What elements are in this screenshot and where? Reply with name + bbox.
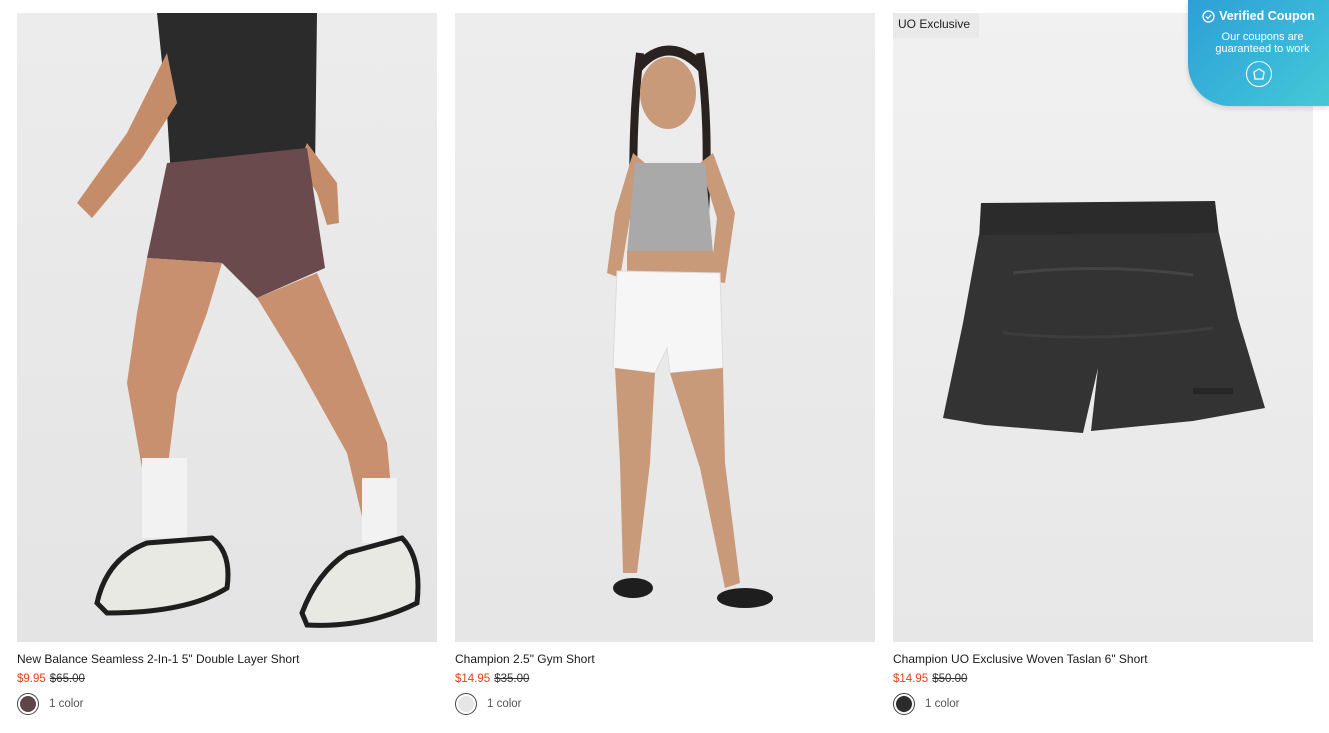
coupon-subtitle-line2: guaranteed to work [1215,43,1310,55]
exclusive-badge: UO Exclusive [893,13,980,38]
sale-price: $14.95 [455,673,491,685]
color-options: 1 color [455,692,875,716]
verified-coupon-widget[interactable]: Verified Coupon Our coupons are guarante… [1188,0,1329,106]
product-card[interactable]: Champion 2.5" Gym Short $14.95 $35.00 1 c… [455,13,875,716]
product-image[interactable] [455,13,875,642]
color-swatch[interactable] [455,693,477,715]
product-photo-champion-gym-short [607,45,773,608]
product-card[interactable]: New Balance Seamless 2-In-1 5" Double La… [17,13,437,716]
color-options: 1 color [893,692,1313,716]
product-image[interactable]: UO Exclusive [893,13,1313,642]
product-photo-champion-woven-short [943,201,1265,433]
price-row: $9.95 $65.00 [17,672,437,686]
price-row: $14.95 $50.00 [893,672,1313,686]
coupon-title: Verified Coupon [1219,9,1315,23]
color-swatch[interactable] [893,693,915,715]
sale-price: $9.95 [17,673,46,685]
original-price: $35.00 [494,673,530,685]
coupon-subtitle-line1: Our coupons are [1221,31,1304,43]
sale-price: $14.95 [893,673,929,685]
color-options: 1 color [17,692,437,716]
product-photo-new-balance-short [77,13,421,628]
product-card[interactable]: UO Exclusive Champion UO Exclusive Woven… [893,13,1313,716]
original-price: $50.00 [932,673,968,685]
color-count: 1 color [925,698,960,710]
coupon-title-row: Verified Coupon [1188,9,1329,23]
product-name[interactable]: Champion 2.5" Gym Short [455,652,875,667]
price-row: $14.95 $35.00 [455,672,875,686]
shield-logo-icon[interactable] [1245,61,1272,87]
product-name[interactable]: Champion UO Exclusive Woven Taslan 6" Sh… [893,652,1313,667]
color-count: 1 color [49,698,84,710]
color-swatch[interactable] [17,693,39,715]
product-name[interactable]: New Balance Seamless 2-In-1 5" Double La… [17,652,437,667]
color-count: 1 color [487,698,522,710]
check-circle-icon [1202,9,1215,23]
coupon-subtitle: Our coupons are guaranteed to work [1188,31,1329,55]
product-image[interactable] [17,13,437,642]
original-price: $65.00 [49,673,85,685]
